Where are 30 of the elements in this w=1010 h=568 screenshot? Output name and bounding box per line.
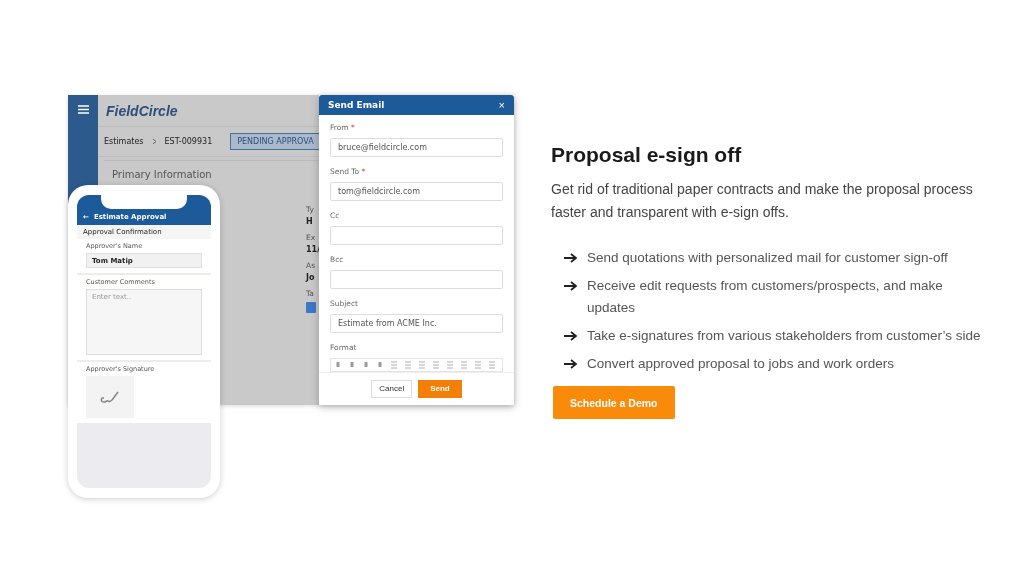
arrow-icon — [564, 281, 578, 291]
breadcrumb-item[interactable]: Estimates — [104, 137, 144, 146]
section-title: Primary Information — [112, 169, 212, 180]
arrow-icon — [564, 359, 578, 369]
menu-icon[interactable] — [77, 105, 89, 114]
input-field[interactable] — [330, 225, 503, 245]
feature-item: Convert approved proposal to jobs and work orders — [587, 355, 894, 373]
input-field[interactable]: bruce@fieldcircle.com — [330, 137, 503, 157]
feature-item: Send quotations with personalized mail for customer sign-off — [587, 249, 948, 267]
cancel-button[interactable]: Cancel — [371, 379, 413, 398]
dialog-title: Send Email — [328, 99, 385, 110]
status-badge: PENDING APPROVA — [230, 133, 321, 150]
feature-description: Get rid of traditional paper contracts and make the proposal process faster and transparent with e-sign offs. — [551, 180, 974, 222]
tag-chip — [306, 302, 316, 313]
input-field[interactable]: Estimate from ACME Inc. — [330, 313, 503, 333]
field-value: H — [306, 217, 314, 226]
input-field[interactable] — [330, 269, 503, 289]
close-button[interactable]: × — [498, 98, 505, 111]
breadcrumb-item[interactable]: EST-009931 — [164, 137, 213, 146]
chevron-icon — [151, 138, 157, 145]
signature-pad[interactable] — [86, 376, 134, 418]
feature-item: Receive edit requests from customers/prospects, and make updates — [587, 277, 944, 317]
signature-icon — [99, 389, 121, 405]
field-value: Jo — [306, 273, 316, 282]
input-field[interactable]: tom@fieldcircle.com — [330, 181, 503, 201]
feature-title: Proposal e-sign off — [551, 143, 743, 167]
feature-item: Take e-signatures from various stakeholders from customer’s side — [587, 327, 981, 345]
app-logo: FieldCircle — [106, 102, 178, 119]
arrow-icon — [564, 331, 578, 341]
arrow-icon — [564, 253, 578, 263]
